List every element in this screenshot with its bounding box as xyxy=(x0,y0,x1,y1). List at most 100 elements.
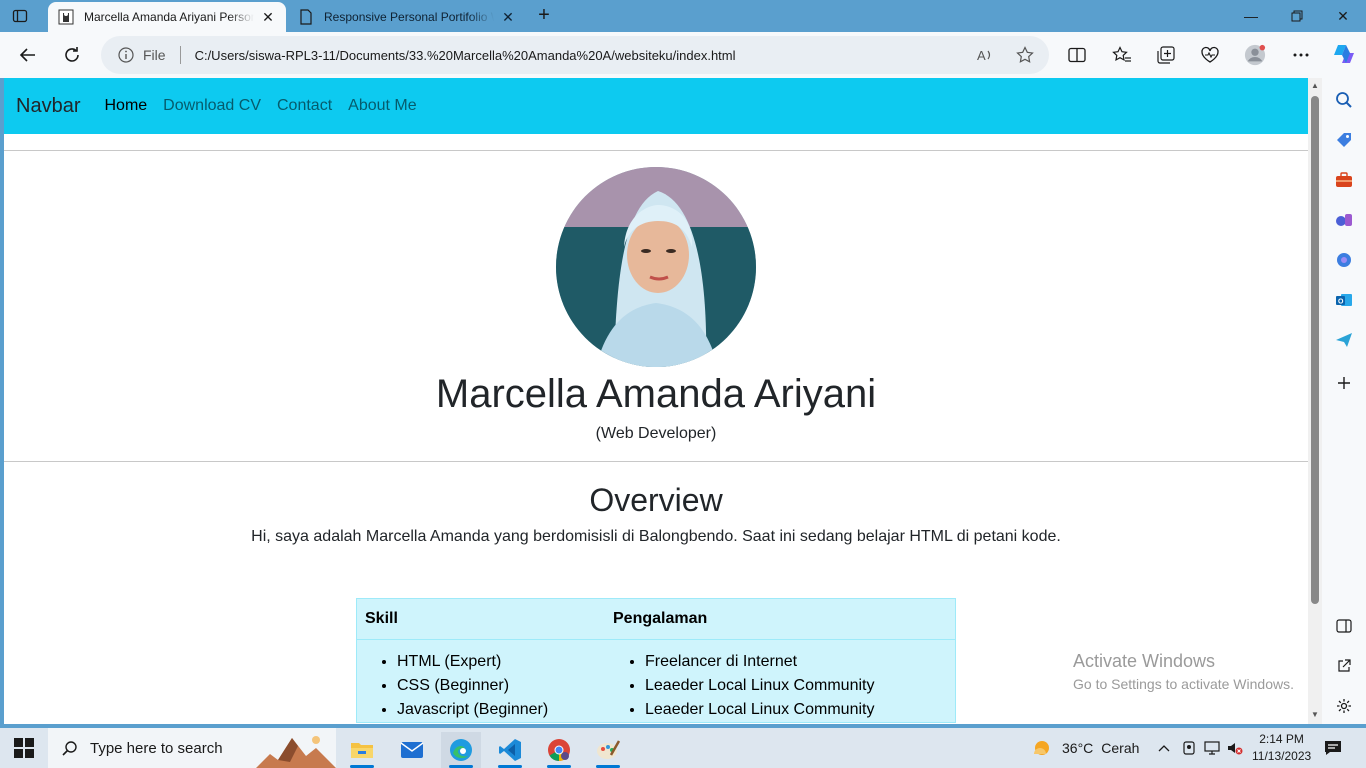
chrome-icon[interactable] xyxy=(539,732,579,768)
nav-link-download-cv[interactable]: Download CV xyxy=(163,97,261,115)
network-icon[interactable] xyxy=(1204,740,1220,756)
svg-text:O: O xyxy=(1338,299,1344,306)
close-tab-icon[interactable]: ✕ xyxy=(500,9,516,26)
notification-icon[interactable] xyxy=(1324,739,1342,757)
copilot-icon[interactable] xyxy=(1332,42,1356,66)
clock-time: 2:14 PM xyxy=(1259,732,1304,746)
clock-date: 11/13/2023 xyxy=(1252,749,1312,763)
file-explorer-icon[interactable] xyxy=(342,732,382,768)
list-item: Leaeder Local Linux Community xyxy=(645,698,955,722)
windows-taskbar: Type here to search 36°C Cerah 2:14 PM 1… xyxy=(0,728,1366,768)
scheme-label: File xyxy=(143,47,166,63)
outlook-icon[interactable]: O xyxy=(1334,290,1354,310)
split-screen-icon[interactable] xyxy=(1066,44,1088,66)
nav-link-contact[interactable]: Contact xyxy=(277,97,332,115)
svg-text:A: A xyxy=(977,48,986,63)
hero-section: Marcella Amanda Ariyani (Web Developer) xyxy=(4,151,1308,443)
tab-marcella[interactable]: Marcella Amanda Ariyani Personal Website… xyxy=(48,2,286,32)
overview-title: Overview xyxy=(589,482,723,518)
scroll-down-icon[interactable]: ▼ xyxy=(1310,710,1320,720)
search-icon xyxy=(62,740,78,756)
header-skill: Skill xyxy=(365,610,398,627)
minimize-button[interactable]: — xyxy=(1228,0,1274,32)
tab-actions-icon[interactable] xyxy=(10,6,30,26)
back-button[interactable] xyxy=(14,41,42,69)
site-favicon-icon xyxy=(58,9,74,25)
send-icon[interactable] xyxy=(1334,330,1354,350)
divider xyxy=(179,46,181,64)
overview-section: Overview Hi, saya adalah Marcella Amanda… xyxy=(4,480,1308,546)
open-external-icon[interactable] xyxy=(1334,656,1354,676)
skill-table: Skill Pengalaman HTML (Expert) CSS (Begi… xyxy=(356,598,956,723)
nav-link-home[interactable]: Home xyxy=(104,97,147,115)
read-aloud-icon[interactable]: A xyxy=(975,45,995,65)
close-window-button[interactable]: ✕ xyxy=(1320,0,1366,32)
meet-now-icon[interactable] xyxy=(1181,740,1197,756)
shopping-tag-icon[interactable] xyxy=(1334,130,1354,150)
address-bar[interactable]: File C:/Users/siswa-RPL3-11/Documents/33… xyxy=(101,36,1049,74)
vscode-icon[interactable] xyxy=(490,732,530,768)
close-tab-icon[interactable]: ✕ xyxy=(260,9,276,26)
favorites-icon[interactable] xyxy=(1111,44,1133,66)
list-item: Javascript (Beginner) xyxy=(397,698,605,722)
table-body: HTML (Expert) CSS (Beginner) Javascript … xyxy=(357,640,955,722)
taskbar-clock[interactable]: 2:14 PM 11/13/2023 xyxy=(1252,731,1311,765)
watermark-subtitle: Go to Settings to activate Windows. xyxy=(1073,676,1294,692)
restore-button[interactable] xyxy=(1274,0,1320,32)
divider xyxy=(4,461,1308,462)
new-tab-button[interactable]: + xyxy=(534,4,554,28)
gear-icon[interactable] xyxy=(1334,696,1354,716)
add-icon[interactable] xyxy=(1334,373,1354,393)
list-item: CSS (Beginner) xyxy=(397,674,605,698)
list-item: Freelancer di Internet xyxy=(645,650,955,674)
refresh-button[interactable] xyxy=(58,41,86,69)
favorite-star-icon[interactable] xyxy=(1015,45,1035,65)
mail-icon[interactable] xyxy=(392,732,432,768)
activate-windows-watermark: Activate Windows Go to Settings to activ… xyxy=(1073,651,1294,692)
profile-role: (Web Developer) xyxy=(595,425,717,442)
tools-briefcase-icon[interactable] xyxy=(1334,170,1354,190)
weather-sun-icon xyxy=(1030,736,1054,760)
url-text[interactable]: C:/Users/siswa-RPL3-11/Documents/33.%20M… xyxy=(195,48,736,63)
search-icon[interactable] xyxy=(1334,90,1354,110)
watermark-title: Activate Windows xyxy=(1073,651,1216,671)
nav-link-about-me[interactable]: About Me xyxy=(348,97,416,115)
copilot-sidebar-icon[interactable] xyxy=(1334,250,1354,270)
search-placeholder: Type here to search xyxy=(90,739,223,757)
games-icon[interactable] xyxy=(1334,210,1354,230)
profile-name: Marcella Amanda Ariyani xyxy=(435,372,877,416)
profile-avatar[interactable] xyxy=(1244,44,1266,66)
page-icon xyxy=(298,9,314,25)
page-scrollbar[interactable]: ▲ ▼ xyxy=(1308,78,1322,724)
overview-text: Hi, saya adalah Marcella Amanda yang ber… xyxy=(251,528,1061,545)
scroll-up-icon[interactable]: ▲ xyxy=(1310,81,1320,91)
sidebar-panel-icon[interactable] xyxy=(1334,616,1354,636)
tab-title: Responsive Personal Portifolio Website xyxy=(324,10,494,24)
tab-strip: Marcella Amanda Ariyani Personal Website… xyxy=(0,0,1366,32)
weather-condition: Cerah xyxy=(1101,740,1140,756)
table-header: Skill Pengalaman xyxy=(357,599,955,640)
collections-icon[interactable] xyxy=(1155,44,1177,66)
navbar-brand[interactable]: Navbar xyxy=(16,95,80,118)
tab-portfolio[interactable]: Responsive Personal Portifolio Website ✕ xyxy=(288,2,526,32)
experience-list: Freelancer di Internet Leaeder Local Lin… xyxy=(613,650,955,722)
skill-list: HTML (Expert) CSS (Beginner) Javascript … xyxy=(365,650,605,722)
edge-icon[interactable] xyxy=(441,732,481,768)
browser-essentials-icon[interactable] xyxy=(1199,44,1221,66)
browser-toolbar: File C:/Users/siswa-RPL3-11/Documents/33… xyxy=(0,32,1366,78)
weather-temp: 36°C xyxy=(1062,740,1094,756)
windows-start-icon[interactable] xyxy=(14,738,34,758)
info-icon[interactable] xyxy=(117,46,135,64)
profile-photo xyxy=(556,167,756,367)
search-highlight-icon xyxy=(256,728,336,768)
scroll-thumb[interactable] xyxy=(1311,96,1319,604)
paint-icon[interactable] xyxy=(588,732,628,768)
header-experience: Pengalaman xyxy=(613,610,708,627)
taskbar-search[interactable]: Type here to search xyxy=(48,728,336,768)
chevron-up-icon[interactable] xyxy=(1156,740,1172,756)
weather-widget[interactable]: 36°C Cerah xyxy=(1030,728,1139,768)
list-item: HTML (Expert) xyxy=(397,650,605,674)
more-options-icon[interactable] xyxy=(1290,44,1312,66)
volume-muted-icon[interactable] xyxy=(1227,740,1243,756)
list-item: Leaeder Local Linux Community xyxy=(645,674,955,698)
